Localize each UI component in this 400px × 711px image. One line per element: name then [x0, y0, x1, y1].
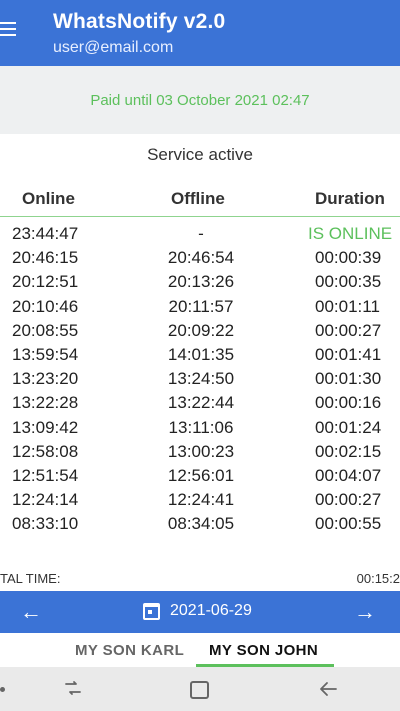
session-list[interactable]: 23:44:47 - IS ONLINE 20:46:15 20:46:54 0… [0, 224, 400, 538]
nav-dot-icon [0, 687, 5, 692]
offline-time: 13:11:06 [168, 417, 234, 437]
subscription-banner: Paid until 03 October 2021 02:47 [0, 66, 400, 134]
offline-time: 14:01:35 [167, 344, 235, 364]
duration: 00:00:39 [315, 248, 382, 268]
back-icon[interactable] [318, 679, 338, 699]
duration: 00:00:55 [315, 514, 382, 534]
online-time: 12:51:54 [12, 465, 79, 485]
table-row: 20:08:55 20:09:22 00:00:27 [0, 321, 400, 345]
table-row: 20:10:46 20:11:57 00:01:11 [0, 297, 400, 321]
account-email: user@email.com [53, 39, 174, 56]
table-row: 13:23:20 13:24:50 00:01:30 [0, 369, 400, 393]
online-time: 20:08:55 [12, 320, 79, 340]
menu-icon[interactable] [0, 22, 16, 38]
column-header-offline: Offline [171, 189, 225, 208]
offline-time: 20:13:26 [167, 272, 235, 292]
duration: 00:00:35 [315, 272, 382, 292]
table-row: 20:12:51 20:13:26 00:00:35 [0, 272, 400, 296]
column-header-duration: Duration [315, 189, 385, 208]
paid-until-text: Paid until 03 October 2021 02:47 [90, 91, 310, 109]
total-time-value: 00:15:2 [356, 571, 400, 586]
table-row: 13:22:28 13:22:44 00:00:16 [0, 393, 400, 417]
online-time: 13:59:54 [12, 344, 79, 364]
date-navigation-bar: ← 2021-06-29 → [0, 591, 400, 633]
app-title: WhatsNotify v2.0 [53, 10, 226, 33]
table-row: 12:58:08 13:00:23 00:02:15 [0, 442, 400, 466]
online-time: 08:33:10 [12, 514, 79, 534]
online-time: 13:23:20 [12, 369, 79, 389]
online-time: 20:12:51 [12, 272, 79, 292]
online-time: 12:58:08 [12, 441, 79, 461]
column-header-online: Online [22, 189, 75, 208]
total-time-label: TAL TIME: [0, 571, 61, 586]
duration: 00:04:07 [315, 465, 382, 485]
table-header: Online Offline Duration [0, 185, 400, 217]
online-time: 12:24:14 [12, 490, 79, 510]
offline-time: 20:46:54 [167, 248, 235, 268]
duration: 00:00:27 [315, 320, 382, 340]
online-time: 20:46:15 [12, 248, 79, 268]
contact-tabs: MY SON KARL MY SON JOHN [0, 633, 400, 667]
duration: 00:01:30 [315, 369, 382, 389]
offline-time: 13:22:44 [167, 393, 235, 413]
offline-time: 08:34:05 [167, 514, 235, 534]
date-picker-button[interactable]: 2021-06-29 [143, 602, 252, 620]
next-day-arrow-icon[interactable]: → [354, 599, 376, 625]
app-bar: WhatsNotify v2.0 user@email.com [0, 0, 400, 66]
online-time: 23:44:47 [12, 224, 79, 243]
duration-status: IS ONLINE [308, 224, 393, 243]
duration: 00:02:15 [315, 441, 382, 461]
offline-time: 13:24:50 [167, 369, 235, 389]
offline-time: 20:11:57 [168, 296, 234, 316]
total-time-row: TAL TIME: 00:15:2 [0, 571, 400, 591]
service-status: Service active [147, 145, 253, 164]
duration: 00:00:16 [315, 393, 382, 413]
table-row: 23:44:47 - IS ONLINE [0, 224, 400, 248]
tab-my-son-john[interactable]: MY SON JOHN [209, 642, 318, 659]
offline-time: 20:09:22 [167, 320, 235, 340]
table-row: 08:33:10 08:34:05 00:00:55 [0, 514, 400, 538]
online-time: 13:09:42 [12, 417, 79, 437]
previous-day-arrow-icon[interactable]: ← [20, 599, 42, 625]
table-row: 20:46:15 20:46:54 00:00:39 [0, 248, 400, 272]
tab-my-son-karl[interactable]: MY SON KARL [75, 642, 184, 659]
offline-time: 13:00:23 [167, 441, 235, 461]
offline-time: 12:56:01 [167, 465, 235, 485]
offline-time: - [198, 224, 204, 243]
home-icon[interactable] [190, 681, 209, 699]
duration: 00:01:11 [315, 296, 380, 316]
online-time: 13:22:28 [12, 393, 79, 413]
duration: 00:01:24 [315, 417, 382, 437]
duration: 00:01:41 [315, 344, 382, 364]
system-navigation-bar [0, 667, 400, 711]
recents-icon[interactable] [63, 679, 83, 697]
online-time: 20:10:46 [12, 296, 79, 316]
table-row: 12:51:54 12:56:01 00:04:07 [0, 466, 400, 490]
table-row: 13:09:42 13:11:06 00:01:24 [0, 418, 400, 442]
table-row: 13:59:54 14:01:35 00:01:41 [0, 345, 400, 369]
offline-time: 12:24:41 [167, 490, 235, 510]
selected-date: 2021-06-29 [170, 602, 252, 619]
calendar-icon [143, 602, 160, 620]
table-row: 12:24:14 12:24:41 00:00:27 [0, 490, 400, 514]
duration: 00:00:27 [315, 490, 382, 510]
